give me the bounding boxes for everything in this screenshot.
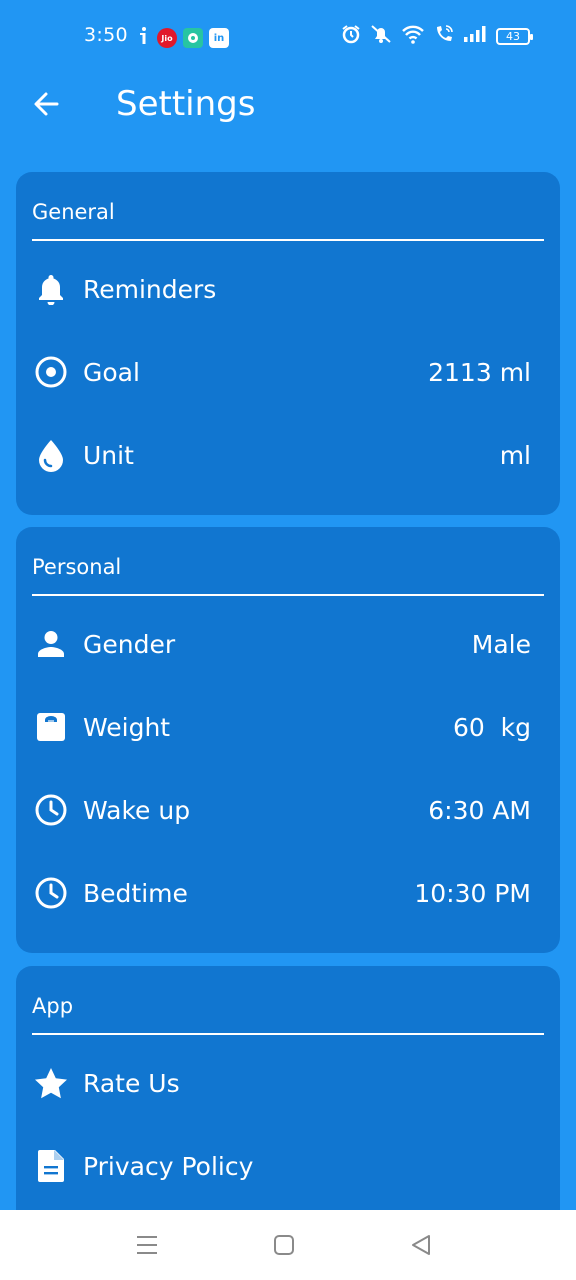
person-icon	[34, 627, 68, 661]
gender-value: Male	[471, 629, 531, 659]
status-time: 3:50	[84, 24, 128, 46]
scale-icon	[34, 710, 68, 744]
privacy-policy-row[interactable]: Privacy Policy	[16, 1134, 560, 1198]
settings-screen: 3:50 Jio in 43 Settings General Reminder…	[0, 0, 576, 1280]
mute-icon	[370, 24, 392, 48]
goal-value: 2113 ml	[428, 357, 531, 387]
bedtime-value: 10:30 PM	[414, 878, 531, 908]
recent-apps-button[interactable]	[132, 1230, 162, 1260]
section-header-general: General	[32, 200, 115, 224]
battery-icon: 43	[496, 27, 533, 45]
gender-label: Gender	[83, 629, 176, 659]
bell-icon	[34, 272, 68, 306]
goal-row[interactable]: Goal 2113 ml	[16, 340, 560, 404]
clock-icon	[34, 793, 68, 827]
unit-value: ml	[499, 440, 531, 470]
clock-icon	[34, 876, 68, 910]
privacy-policy-label: Privacy Policy	[83, 1151, 254, 1181]
home-button[interactable]	[269, 1230, 299, 1260]
rate-us-row[interactable]: Rate Us	[16, 1051, 560, 1115]
reminders-row[interactable]: Reminders	[16, 257, 560, 321]
alarm-icon	[341, 24, 361, 48]
target-icon	[34, 355, 68, 389]
jio-icon: Jio	[157, 28, 177, 48]
personal-section: Personal Gender Male Weight 60 kg Wake u…	[16, 527, 560, 953]
divider	[32, 1033, 544, 1035]
system-icons: 43	[341, 24, 533, 48]
divider	[32, 239, 544, 241]
bedtime-label: Bedtime	[83, 878, 188, 908]
general-section: General Reminders Goal 2113 ml Unit ml	[16, 172, 560, 515]
section-header-app: App	[32, 994, 74, 1018]
app-section: App Rate Us Privacy Policy	[16, 966, 560, 1226]
signal-icon	[463, 25, 487, 47]
divider	[32, 594, 544, 596]
weight-value: 60 kg	[452, 712, 531, 742]
arrow-left-icon	[34, 92, 59, 116]
weight-row[interactable]: Weight 60 kg	[16, 695, 560, 759]
gender-row[interactable]: Gender Male	[16, 612, 560, 676]
menu-icon	[137, 1236, 157, 1254]
info-icon	[137, 26, 151, 50]
wake-up-label: Wake up	[83, 795, 191, 825]
unit-row[interactable]: Unit ml	[16, 423, 560, 487]
chat-app-icon	[183, 28, 203, 48]
back-button[interactable]	[28, 86, 64, 122]
wake-up-row[interactable]: Wake up 6:30 AM	[16, 778, 560, 842]
system-navigation-bar	[0, 1210, 576, 1280]
document-icon	[34, 1149, 68, 1183]
bedtime-row[interactable]: Bedtime 10:30 PM	[16, 861, 560, 925]
triangle-back-icon	[412, 1235, 430, 1255]
square-icon	[274, 1235, 294, 1255]
rate-us-label: Rate Us	[83, 1068, 180, 1098]
app-bar: Settings	[0, 74, 576, 136]
unit-label: Unit	[83, 440, 134, 470]
section-header-personal: Personal	[32, 555, 122, 579]
star-icon	[34, 1066, 68, 1100]
goal-label: Goal	[83, 357, 140, 387]
weight-label: Weight	[83, 712, 171, 742]
wifi-icon	[401, 24, 425, 48]
page-title: Settings	[116, 84, 256, 124]
wifi-call-icon	[434, 24, 454, 48]
linkedin-icon: in	[209, 28, 229, 48]
notification-icons: Jio in	[137, 26, 229, 50]
reminders-label: Reminders	[83, 274, 217, 304]
wake-up-value: 6:30 AM	[428, 795, 531, 825]
water-drop-icon	[34, 438, 68, 472]
system-back-button[interactable]	[406, 1230, 436, 1260]
status-bar: 3:50 Jio in 43	[0, 0, 576, 74]
